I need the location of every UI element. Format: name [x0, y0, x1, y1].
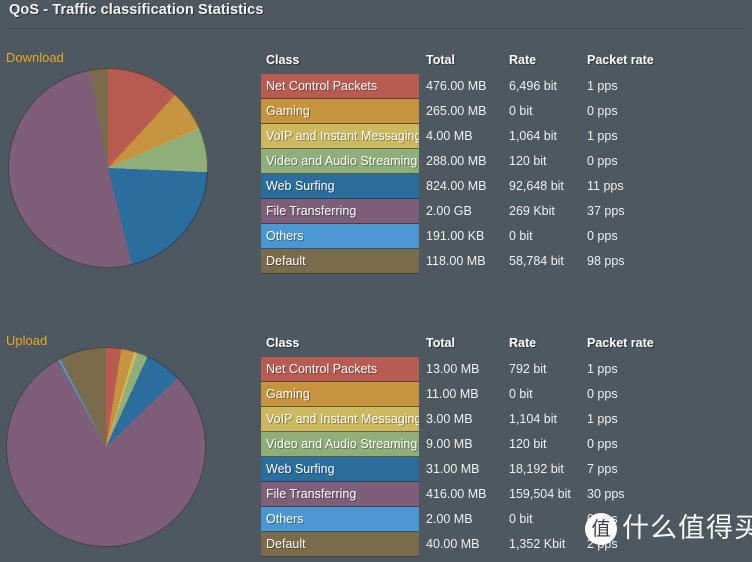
table-row: Net Control Packets 13.00 MB 792 bit 1 pps [261, 357, 741, 382]
table-row: VoIP and Instant Messaging 3.00 MB 1,104 b… [261, 407, 741, 432]
class-swatch-label: Others [261, 224, 419, 249]
cell-total: 476.00 MB [426, 79, 487, 93]
column-header-packet-rate: Packet rate [587, 336, 654, 350]
cell-packet-rate: 11 pps [587, 179, 624, 193]
table-row: File Transferring 2.00 GB 269 Kbit 37 pps [261, 199, 741, 224]
pie-chart-upload [6, 347, 206, 547]
cell-total: 31.00 MB [426, 462, 480, 476]
cell-packet-rate: 1 pps [587, 412, 618, 426]
class-swatch-label: Net Control Packets [261, 357, 419, 382]
class-swatch-label: Video and Audio Streaming [261, 432, 419, 457]
class-swatch-label: Video and Audio Streaming [261, 149, 419, 174]
cell-packet-rate: 7 pps [587, 462, 618, 476]
cell-packet-rate: 1 pps [587, 129, 618, 143]
cell-total: 3.00 MB [426, 412, 473, 426]
cell-packet-rate: 0 pps [587, 512, 618, 526]
cell-packet-rate: 0 pps [587, 437, 618, 451]
table-row: Default 118.00 MB 58,784 bit 98 pps [261, 249, 741, 274]
column-header-packet-rate: Packet rate [587, 53, 654, 67]
cell-total: 191.00 KB [426, 229, 485, 243]
pie-chart-download-wrapper [8, 68, 208, 268]
table-header-row: Class Total Rate Packet rate [261, 331, 741, 357]
cell-packet-rate: 2 pps [587, 537, 618, 551]
cell-packet-rate: 37 pps [587, 204, 625, 218]
cell-total: 4.00 MB [426, 129, 473, 143]
cell-total: 13.00 MB [426, 362, 480, 376]
table-row: Gaming 265.00 MB 0 bit 0 pps [261, 99, 741, 124]
table-download: Class Total Rate Packet rate Net Control Pac… [261, 48, 741, 274]
cell-packet-rate: 0 pps [587, 104, 618, 118]
cell-packet-rate: 1 pps [587, 79, 618, 93]
cell-packet-rate: 0 pps [587, 229, 618, 243]
table-header-row: Class Total Rate Packet rate [261, 48, 741, 74]
pie-chart-download [8, 68, 208, 268]
cell-total: 40.00 MB [426, 537, 480, 551]
table-row: Others 191.00 KB 0 bit 0 pps [261, 224, 741, 249]
cell-packet-rate: 1 pps [587, 362, 618, 376]
cell-total: 11.00 MB [426, 387, 479, 401]
class-swatch-label: VoIP and Instant Messaging [261, 407, 419, 432]
table-row: Net Control Packets 476.00 MB 6,496 bit 1 p… [261, 74, 741, 99]
table-row: Web Surfing 31.00 MB 18,192 bit 7 pps [261, 457, 741, 482]
class-swatch-label: Gaming [261, 99, 419, 124]
class-swatch-label: Net Control Packets [261, 74, 419, 99]
cell-packet-rate: 0 pps [587, 387, 618, 401]
pie-chart-upload-wrapper [6, 347, 206, 547]
column-header-class: Class [266, 53, 300, 67]
class-swatch-label: File Transferring [261, 482, 419, 507]
column-header-class: Class [266, 336, 300, 350]
section-label-download: Download [6, 50, 64, 65]
class-swatch-label: File Transferring [261, 199, 419, 224]
cell-total: 824.00 MB [426, 179, 487, 193]
header-divider [7, 28, 745, 29]
table-row: Gaming 11.00 MB 0 bit 0 pps [261, 382, 741, 407]
page-header: QoS - Traffic classification Statistics [0, 0, 752, 29]
cell-total: 288.00 MB [426, 154, 487, 168]
class-swatch-label: VoIP and Instant Messaging [261, 124, 419, 149]
cell-total: 416.00 MB [426, 487, 487, 501]
cell-total: 2.00 MB [426, 512, 473, 526]
table-upload: Class Total Rate Packet rate Net Control Pac… [261, 331, 741, 557]
class-swatch-label: Others [261, 507, 419, 532]
class-swatch-label: Default [261, 249, 419, 274]
table-row: Default 40.00 MB 1,352 Kbit 2 pps [261, 532, 741, 557]
cell-total: 118.00 MB [426, 254, 486, 268]
class-swatch-label: Web Surfing [261, 174, 419, 199]
table-row: Video and Audio Streaming 9.00 MB 120 bit 0… [261, 432, 741, 457]
cell-packet-rate: 30 pps [587, 487, 625, 501]
table-row: VoIP and Instant Messaging 4.00 MB 1,064 b… [261, 124, 741, 149]
class-swatch-label: Web Surfing [261, 457, 419, 482]
cell-packet-rate: 98 pps [587, 254, 625, 268]
cell-total: 2.00 GB [426, 204, 472, 218]
column-header-total: Total [426, 336, 455, 350]
cell-total: 265.00 MB [426, 104, 487, 118]
qos-statistics-page: QoS - Traffic classification Statistics … [0, 0, 752, 562]
column-header-total: Total [426, 53, 455, 67]
class-swatch-label: Default [261, 532, 419, 557]
section-label-upload: Upload [6, 333, 48, 348]
table-row: Video and Audio Streaming 288.00 MB 120 bi… [261, 149, 741, 174]
table-row: File Transferring 416.00 MB 159,504 bit 30 … [261, 482, 741, 507]
table-row: Others 2.00 MB 0 bit 0 pps [261, 507, 741, 532]
cell-packet-rate: 0 pps [587, 154, 618, 168]
table-row: Web Surfing 824.00 MB 92,648 bit 11 pps [261, 174, 741, 199]
cell-total: 9.00 MB [426, 437, 473, 451]
class-swatch-label: Gaming [261, 382, 419, 407]
page-title: QoS - Traffic classification Statistics [9, 2, 264, 18]
